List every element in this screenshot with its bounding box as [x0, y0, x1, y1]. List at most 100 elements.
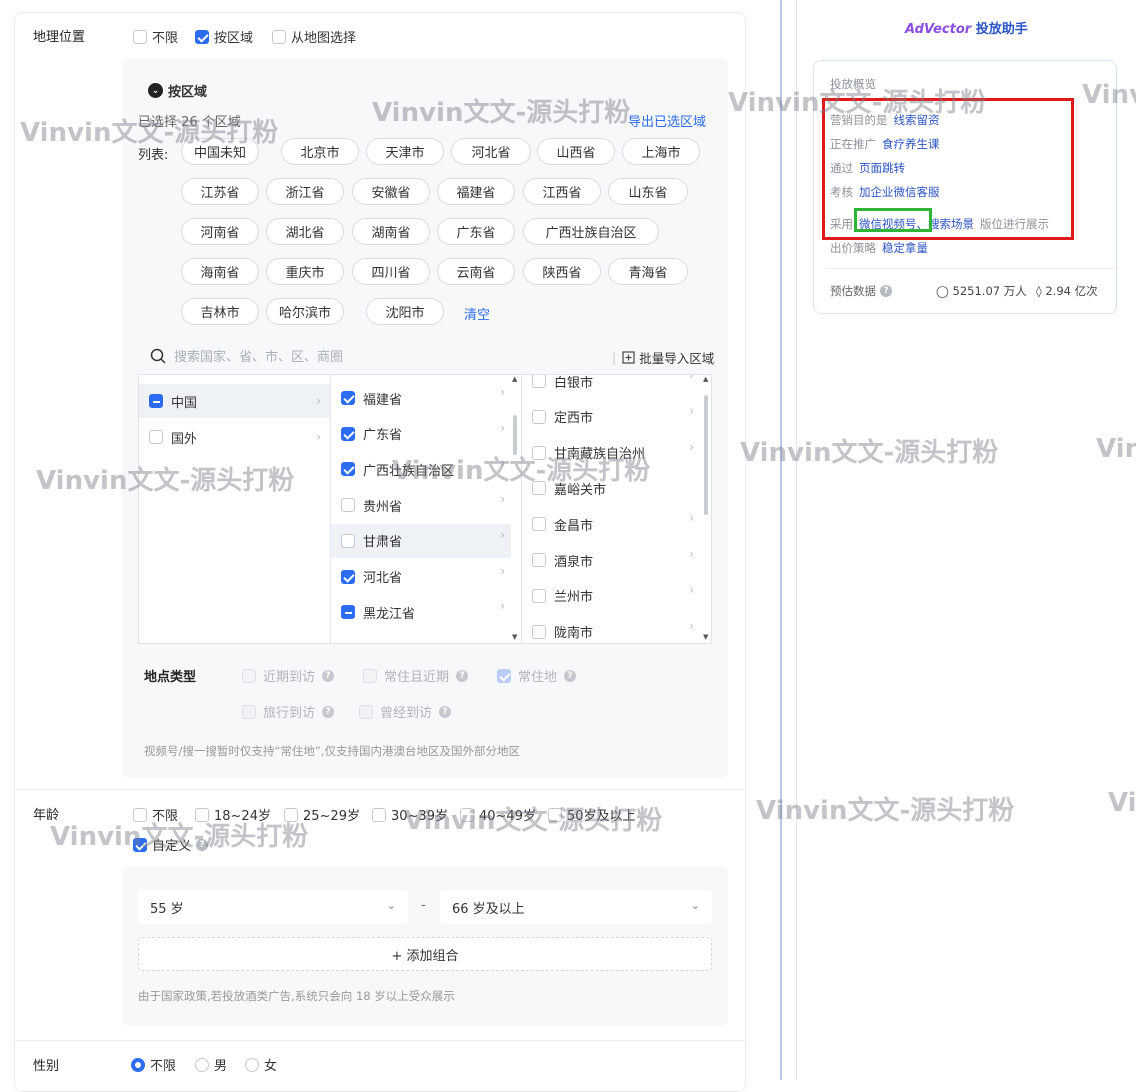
region-tag[interactable]: 海南省: [181, 258, 259, 285]
tree-item[interactable]: 甘南藏族自治州 ›: [522, 436, 698, 470]
checkbox[interactable]: [149, 430, 163, 444]
checkbox[interactable]: [532, 624, 546, 639]
region-tag[interactable]: 广东省: [437, 218, 515, 245]
region-tag[interactable]: 浙江省: [266, 178, 344, 205]
checkbox[interactable]: [532, 553, 546, 567]
city-scrollbar[interactable]: [704, 395, 708, 515]
checkbox[interactable]: [341, 498, 355, 513]
region-tag[interactable]: 中国未知: [181, 138, 259, 165]
age-option[interactable]: 40~49岁: [460, 805, 536, 824]
checkbox[interactable]: [341, 533, 355, 548]
checkbox[interactable]: [242, 668, 256, 683]
checkbox[interactable]: [497, 668, 511, 683]
region-tag[interactable]: 福建省: [437, 178, 515, 205]
checkbox[interactable]: [133, 807, 147, 822]
checkbox[interactable]: [133, 837, 147, 852]
region-tag[interactable]: 湖南省: [352, 218, 430, 245]
region-tag[interactable]: 湖北省: [266, 218, 344, 245]
checkbox[interactable]: [341, 391, 355, 405]
region-tag[interactable]: 天津市: [366, 138, 444, 165]
search-input[interactable]: 搜索国家、省、市、区、商圈: [174, 346, 343, 365]
tree-item[interactable]: 广西壮族自治区 ›: [331, 452, 511, 486]
region-section-toggle[interactable]: ⌄ 按区域: [148, 81, 207, 100]
place-type-option[interactable]: 近期到访?: [242, 666, 335, 685]
place-type-option[interactable]: 常住地?: [497, 666, 577, 685]
help-icon[interactable]: ?: [456, 669, 469, 682]
batch-import-button[interactable]: | 批量导入区域: [612, 348, 714, 367]
place-type-option[interactable]: 旅行到访?: [242, 702, 335, 721]
region-tag[interactable]: 上海市: [622, 138, 700, 165]
age-option[interactable]: 18~24岁: [195, 805, 271, 824]
tree-item[interactable]: 广东省 ›: [331, 417, 511, 451]
checkbox[interactable]: [341, 605, 355, 620]
scroll-down-icon[interactable]: ▼: [703, 633, 708, 641]
place-type-option[interactable]: 曾经到访?: [359, 702, 452, 721]
region-tag[interactable]: 江苏省: [181, 178, 259, 205]
region-tag[interactable]: 吉林市: [181, 298, 259, 325]
tree-item[interactable]: 国外 ›: [139, 420, 330, 454]
checkbox[interactable]: [133, 29, 147, 44]
region-tag[interactable]: 江西省: [523, 178, 601, 205]
region-search[interactable]: 搜索国家、省、市、区、商圈: [150, 346, 343, 365]
checkbox[interactable]: [532, 517, 546, 532]
tree-item[interactable]: 金昌市 ›: [522, 507, 698, 541]
region-tag[interactable]: 广西壮族自治区: [523, 218, 659, 245]
scroll-up-icon[interactable]: ▲: [703, 375, 708, 383]
region-tag[interactable]: 山西省: [537, 138, 615, 165]
tree-item[interactable]: 兰州市 ›: [522, 579, 698, 613]
checkbox[interactable]: [195, 807, 209, 822]
tree-item[interactable]: 嘉峪关市: [522, 471, 698, 505]
region-tag[interactable]: 河南省: [181, 218, 259, 245]
gender-option-male[interactable]: 男: [195, 1055, 227, 1074]
radio[interactable]: [195, 1057, 209, 1072]
checkbox[interactable]: [532, 375, 546, 388]
help-icon[interactable]: ?: [196, 838, 209, 851]
location-option-unlimited[interactable]: 不限: [133, 27, 178, 46]
region-tag[interactable]: 哈尔滨市: [266, 298, 344, 325]
checkbox[interactable]: [359, 704, 373, 719]
age-option[interactable]: 50岁及以上: [548, 805, 636, 824]
region-tag[interactable]: 陕西省: [523, 258, 601, 285]
help-icon[interactable]: ?: [322, 669, 335, 682]
tree-item[interactable]: 河北省 ›: [331, 560, 511, 594]
checkbox[interactable]: [341, 462, 355, 477]
scroll-up-icon[interactable]: ▲: [512, 375, 517, 383]
age-option[interactable]: 30~39岁: [372, 805, 448, 824]
age-option[interactable]: 25~29岁: [284, 805, 360, 824]
checkbox[interactable]: [341, 569, 355, 584]
export-selected-link[interactable]: 导出已选区域: [628, 111, 706, 130]
tree-item[interactable]: 甘肃省 ›: [331, 523, 511, 558]
region-tag[interactable]: 四川省: [352, 258, 430, 285]
checkbox[interactable]: [341, 426, 355, 441]
region-tag[interactable]: 山东省: [608, 178, 688, 205]
tree-item[interactable]: 黑龙江省 ›: [331, 595, 511, 629]
region-tag[interactable]: 北京市: [281, 138, 359, 165]
location-option-map[interactable]: 从地图选择: [272, 27, 356, 46]
province-scrollbar[interactable]: [513, 415, 517, 455]
checkbox[interactable]: [195, 29, 209, 44]
help-icon[interactable]: ?: [564, 669, 577, 682]
checkbox[interactable]: [372, 807, 386, 822]
checkbox[interactable]: [460, 807, 474, 822]
tree-item[interactable]: 定西市 ›: [522, 400, 698, 434]
checkbox[interactable]: [242, 704, 256, 719]
tree-item[interactable]: 白银市 ›: [522, 375, 698, 398]
age-option-custom[interactable]: 自定义 ?: [133, 835, 209, 854]
checkbox[interactable]: [532, 445, 546, 460]
checkbox[interactable]: [532, 588, 546, 603]
checkbox[interactable]: [363, 668, 377, 683]
add-combo-button[interactable]: + 添加组合: [138, 937, 712, 971]
checkbox[interactable]: [149, 394, 163, 408]
checkbox[interactable]: [284, 807, 298, 822]
checkbox[interactable]: [548, 807, 562, 822]
checkbox[interactable]: [272, 29, 286, 44]
age-to-select[interactable]: 66 岁及以上 ⌄: [440, 890, 712, 924]
age-option[interactable]: 不限: [133, 805, 178, 824]
age-from-select[interactable]: 55 岁 ⌄: [138, 890, 408, 924]
help-icon[interactable]: ?: [439, 705, 452, 718]
tree-item[interactable]: 酒泉市 ›: [522, 543, 698, 577]
tree-item[interactable]: 贵州省 ›: [331, 488, 511, 522]
gender-option-unlimited[interactable]: 不限: [131, 1055, 176, 1074]
place-type-option[interactable]: 常住且近期?: [363, 666, 469, 685]
region-tag[interactable]: 重庆市: [266, 258, 344, 285]
